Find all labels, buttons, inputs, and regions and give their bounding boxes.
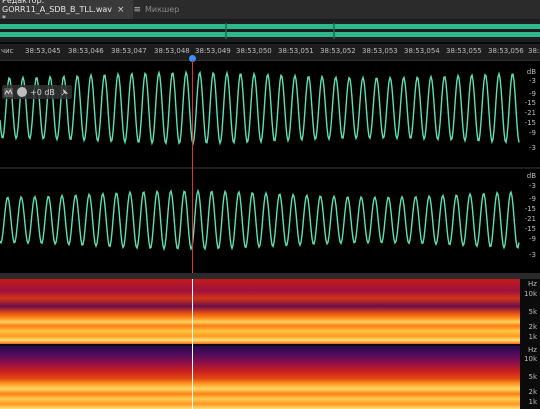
tab-editor[interactable]: Редактор: GORR11_A_SDB_B_TLL.wav * × ≡ <box>0 0 141 23</box>
gain-hud[interactable]: +0 dB <box>2 85 72 99</box>
gain-knob[interactable] <box>17 87 27 97</box>
gain-value: +0 dB <box>30 87 55 97</box>
close-icon[interactable]: × <box>117 5 125 15</box>
ruler-tick: 38:53,049 <box>195 47 231 55</box>
ruler-tick: 38:53,053 <box>362 47 398 55</box>
db-scale-channel-2: dB -3 -9 -15 -21 -15 -9 -3 <box>524 172 536 259</box>
ruler-tick: 38:53,047 <box>111 47 147 55</box>
tab-mixer[interactable]: Микшер <box>141 0 179 19</box>
tab-bar: Редактор: GORR11_A_SDB_B_TLL.wav * × ≡ М… <box>0 0 540 23</box>
overview-navigator[interactable] <box>0 20 540 42</box>
overview-waveform <box>0 23 540 39</box>
waveform-channel-1 <box>0 69 520 147</box>
ruler-tick: 38:53,052 <box>320 47 356 55</box>
waveform-display[interactable]: dB -3 -9 -15 -21 -15 -9 -3 dB -3 -9 -15 … <box>0 61 540 273</box>
ruler-tick: 38:53,057 <box>528 47 540 55</box>
ruler-tick: 38:53,045 <box>25 47 61 55</box>
tab-mixer-label: Микшер <box>145 5 180 14</box>
ruler-tick: 38:53,054 <box>404 47 440 55</box>
ruler-tick: 38:53,046 <box>68 47 104 55</box>
menu-icon[interactable]: ≡ <box>134 5 142 15</box>
waveform-toggle-icon[interactable] <box>4 87 13 97</box>
ruler-tick: 38:53,056 <box>488 47 524 55</box>
spectrogram-cursor <box>192 279 193 409</box>
ruler-tick: 38:53,055 <box>446 47 482 55</box>
spectrogram-channel-1[interactable] <box>0 279 520 344</box>
waveform-channels <box>0 69 540 252</box>
time-ruler[interactable]: чис 38:53,045 38:53,046 38:53,047 38:53,… <box>0 44 540 61</box>
ruler-tick: 38:53,050 <box>236 47 272 55</box>
ruler-tick: 38:53,048 <box>154 47 190 55</box>
db-scale-channel-1: dB -3 -9 -15 -21 -15 -9 -3 <box>524 68 536 152</box>
ruler-tick: 38:53,051 <box>278 47 314 55</box>
hz-scale-channel-1: Hz 10k 5k 2k 1k <box>520 279 540 344</box>
ruler-unit: чис <box>1 47 14 55</box>
spectrogram-channel-2[interactable] <box>0 346 520 409</box>
pin-icon[interactable] <box>60 88 69 97</box>
hz-scale-channel-2: Hz 10k 5k 2k 1k <box>520 346 540 409</box>
playhead-line[interactable] <box>192 60 193 273</box>
